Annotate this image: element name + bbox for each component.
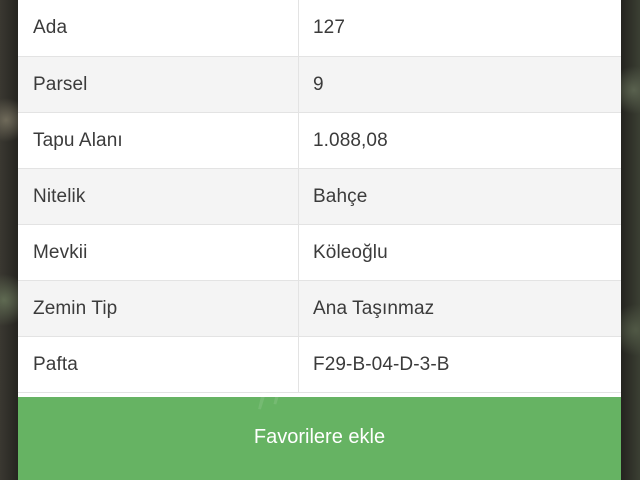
- row-label: Mevkii: [33, 241, 88, 263]
- add-to-favorites-button[interactable]: Favorilere ekle: [18, 397, 621, 480]
- row-label: Tapu Alanı: [33, 129, 123, 151]
- row-label: Zemin Tip: [33, 297, 118, 319]
- table-row-tapu-alani: Tapu Alanı 1.088,08: [18, 113, 621, 169]
- parcel-info-panel: Ada 127 Parsel 9 Tapu Alanı 1.088,08 Nit…: [18, 0, 621, 480]
- row-value: 9: [313, 73, 324, 95]
- row-label: Pafta: [33, 353, 78, 375]
- add-to-favorites-label: Favorilere ekle: [253, 426, 386, 448]
- row-label: Parsel: [33, 73, 88, 95]
- row-label: Nitelik: [33, 185, 86, 207]
- table-row-nitelik: Nitelik Bahçe: [18, 169, 621, 225]
- row-value: 127: [313, 17, 346, 38]
- row-value: 1.088,08: [313, 129, 388, 151]
- table-row-pafta: Pafta F29-B-04-D-3-B: [18, 337, 621, 393]
- row-value: Köleoğlu: [313, 241, 388, 263]
- row-value: Ana Taşınmaz: [313, 297, 435, 319]
- table-row-parsel: Parsel 9: [18, 57, 621, 113]
- table-row-mevkii: Mevkii Köleoğlu: [18, 225, 621, 281]
- table-row-zemin-tip: Zemin Tip Ana Taşınmaz: [18, 281, 621, 337]
- table-row-ada: Ada 127: [18, 0, 621, 57]
- row-value: F29-B-04-D-3-B: [313, 353, 450, 375]
- row-label: Ada: [33, 17, 68, 38]
- parcel-details-table: Ada 127 Parsel 9 Tapu Alanı 1.088,08 Nit…: [18, 0, 621, 393]
- row-value: Bahçe: [313, 185, 368, 207]
